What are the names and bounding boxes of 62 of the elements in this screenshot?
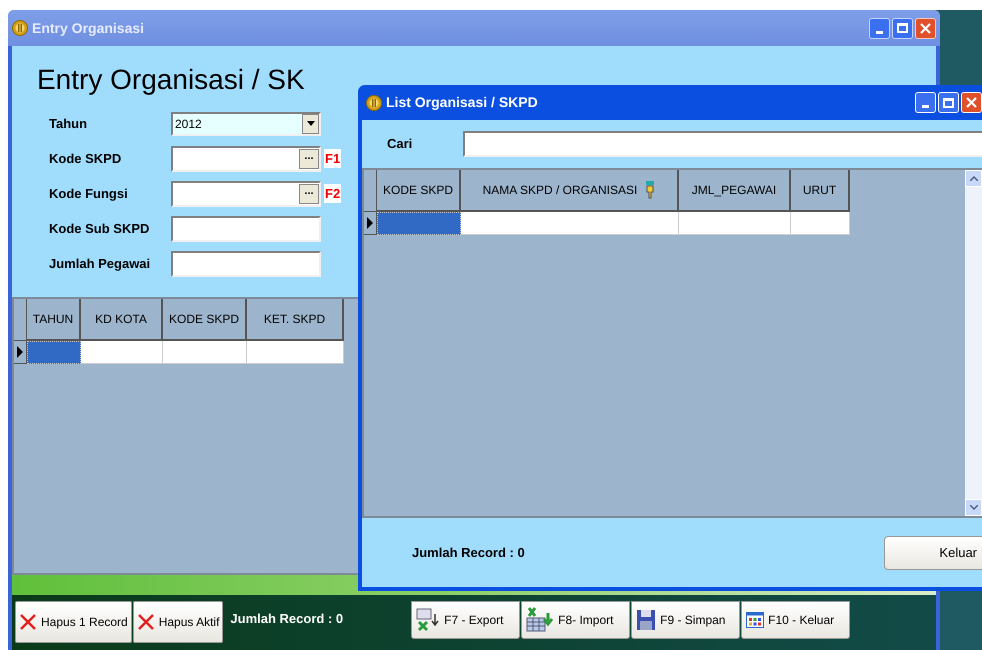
delete-button[interactable]: Hapus 1 Record: [15, 601, 132, 643]
minimize-button[interactable]: [869, 18, 890, 38]
table-cell[interactable]: [27, 341, 81, 364]
input-field[interactable]: [171, 216, 321, 242]
scroll-up-icon: [970, 176, 978, 181]
app-logo-icon: [366, 94, 382, 110]
table-import-icon: [526, 607, 554, 633]
scroll-down-icon: [970, 505, 978, 510]
close-icon: [966, 97, 977, 108]
record-count: Jumlah Record : 0: [412, 544, 525, 562]
maximize-button[interactable]: [892, 18, 913, 38]
spreadsheet-export-icon: [416, 608, 440, 632]
delete-button[interactable]: Hapus Aktif: [132, 601, 224, 643]
minimize-button[interactable]: [915, 92, 936, 113]
field-label: Tahun: [49, 114, 88, 133]
dropdown-arrow-icon: [306, 121, 314, 126]
app-logo-icon: [12, 20, 28, 36]
table-cell[interactable]: [163, 341, 247, 364]
lookup-field[interactable]: ...: [171, 146, 321, 172]
lookup-button[interactable]: ...: [299, 148, 319, 168]
field-label: Kode Sub SKPD: [49, 220, 150, 238]
table-cell[interactable]: [377, 212, 461, 235]
minimize-icon: [876, 30, 883, 34]
current-row-icon: [17, 346, 23, 358]
form-heading: Entry Organisasi / SK: [37, 64, 305, 96]
close-button[interactable]: [915, 18, 936, 38]
window-title: List Organisasi / SKPD: [386, 93, 538, 112]
table-cell[interactable]: [247, 341, 344, 364]
shortcut-label: F2: [324, 184, 342, 204]
function-button[interactable]: F8- Import: [521, 601, 630, 639]
record-count: Jumlah Record : 0: [230, 610, 344, 628]
shortcut-label: F1: [324, 148, 342, 168]
year-dropdown[interactable]: 2012: [171, 112, 321, 136]
delete-icon: [136, 613, 155, 631]
table-cell[interactable]: [461, 212, 679, 235]
window-title: Entry Organisasi: [32, 18, 144, 38]
pointing-hand-icon: [645, 181, 656, 199]
field-label: Jumlah Pegawai: [49, 254, 152, 273]
minimize-icon: [922, 105, 929, 108]
current-row-icon: [367, 217, 373, 229]
window-grid-icon: [746, 612, 764, 628]
close-dialog-button[interactable]: Keluar: [884, 536, 982, 570]
maximize-icon: [897, 23, 908, 33]
input-field[interactable]: [171, 250, 321, 276]
close-button[interactable]: [961, 92, 982, 113]
function-button[interactable]: F10 - Keluar: [741, 601, 850, 639]
lookup-button[interactable]: ...: [299, 184, 319, 204]
lookup-field[interactable]: ...: [171, 180, 321, 206]
maximize-button[interactable]: [938, 92, 959, 113]
vertical-scrollbar[interactable]: [965, 170, 982, 516]
function-button[interactable]: F7 - Export: [411, 601, 520, 639]
field-label: Kode Fungsi: [49, 184, 129, 203]
table-cell[interactable]: [679, 212, 791, 235]
search-field[interactable]: [463, 131, 982, 157]
table-cell[interactable]: [791, 212, 850, 235]
function-button[interactable]: F9 - Simpan: [631, 601, 740, 639]
close-icon: [920, 22, 931, 34]
table-cell[interactable]: [81, 341, 163, 364]
maximize-icon: [943, 98, 954, 108]
field-label: Kode SKPD: [49, 150, 122, 168]
delete-icon: [19, 613, 37, 631]
search-label: Cari: [387, 135, 414, 154]
